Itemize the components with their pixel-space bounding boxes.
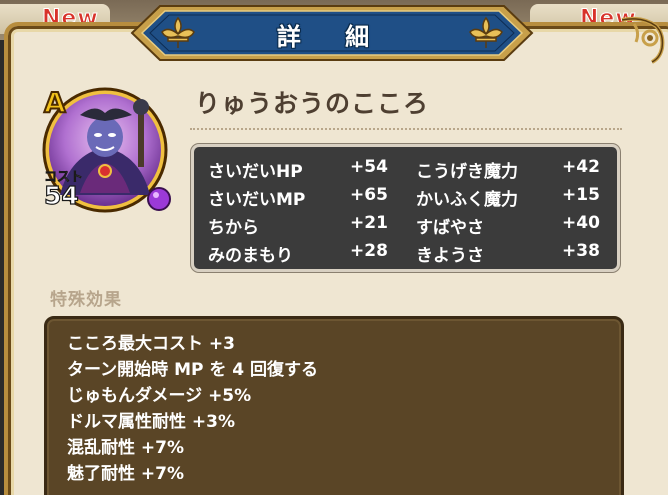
special-effects-list: こころ最大コスト +3 ターン開始時 MP を 4 回復する じゅもんダメージ … xyxy=(44,316,624,495)
stat-value: +28 xyxy=(350,241,388,261)
effect-item: 混乱耐性 +7% xyxy=(67,438,185,458)
effect-item: こころ最大コスト +3 xyxy=(67,334,235,354)
stat-label: ちから xyxy=(208,218,259,238)
name-divider xyxy=(190,128,622,130)
special-effects-heading: 特殊効果 xyxy=(50,290,122,310)
stat-value: +15 xyxy=(562,185,600,205)
stat-value: +40 xyxy=(562,213,600,233)
stat-value: +65 xyxy=(350,185,388,205)
panel-title: 詳 細 xyxy=(276,23,388,51)
corner-ornament-icon xyxy=(621,16,665,64)
header-banner: 詳 細 xyxy=(130,2,534,64)
stat-value: +38 xyxy=(562,241,600,261)
effect-item: 魅了耐性 +7% xyxy=(67,464,185,484)
stat-row: みのまもり +28 きようさ +38 xyxy=(194,241,617,267)
rank-badge: A xyxy=(43,85,67,120)
stat-value: +42 xyxy=(562,157,600,177)
item-name: りゅうおうのこころ xyxy=(195,89,430,118)
stat-label: さいだいHP xyxy=(208,162,303,182)
stat-label: こうげき魔力 xyxy=(416,162,518,182)
stat-label: みのまもり xyxy=(208,246,293,266)
stat-label: かいふく魔力 xyxy=(416,190,518,210)
stats-box: さいだいHP +54 こうげき魔力 +42 さいだいMP +65 かいふく魔力 … xyxy=(191,144,620,272)
stat-row: さいだいMP +65 かいふく魔力 +15 xyxy=(194,185,617,211)
effect-item: ターン開始時 MP を 4 回復する xyxy=(67,360,319,380)
stat-row: ちから +21 すばやさ +40 xyxy=(194,213,617,239)
stat-label: すばやさ xyxy=(416,218,484,238)
stat-label: さいだいMP xyxy=(208,190,306,210)
cost-value: 54 xyxy=(43,181,79,210)
stat-row: さいだいHP +54 こうげき魔力 +42 xyxy=(194,157,617,183)
orb-icon xyxy=(147,187,171,211)
stat-label: きようさ xyxy=(416,246,484,266)
stat-value: +54 xyxy=(350,157,388,177)
effect-item: じゅもんダメージ +5% xyxy=(67,386,252,406)
effect-item: ドルマ属性耐性 +3% xyxy=(67,412,236,432)
stat-value: +21 xyxy=(350,213,388,233)
